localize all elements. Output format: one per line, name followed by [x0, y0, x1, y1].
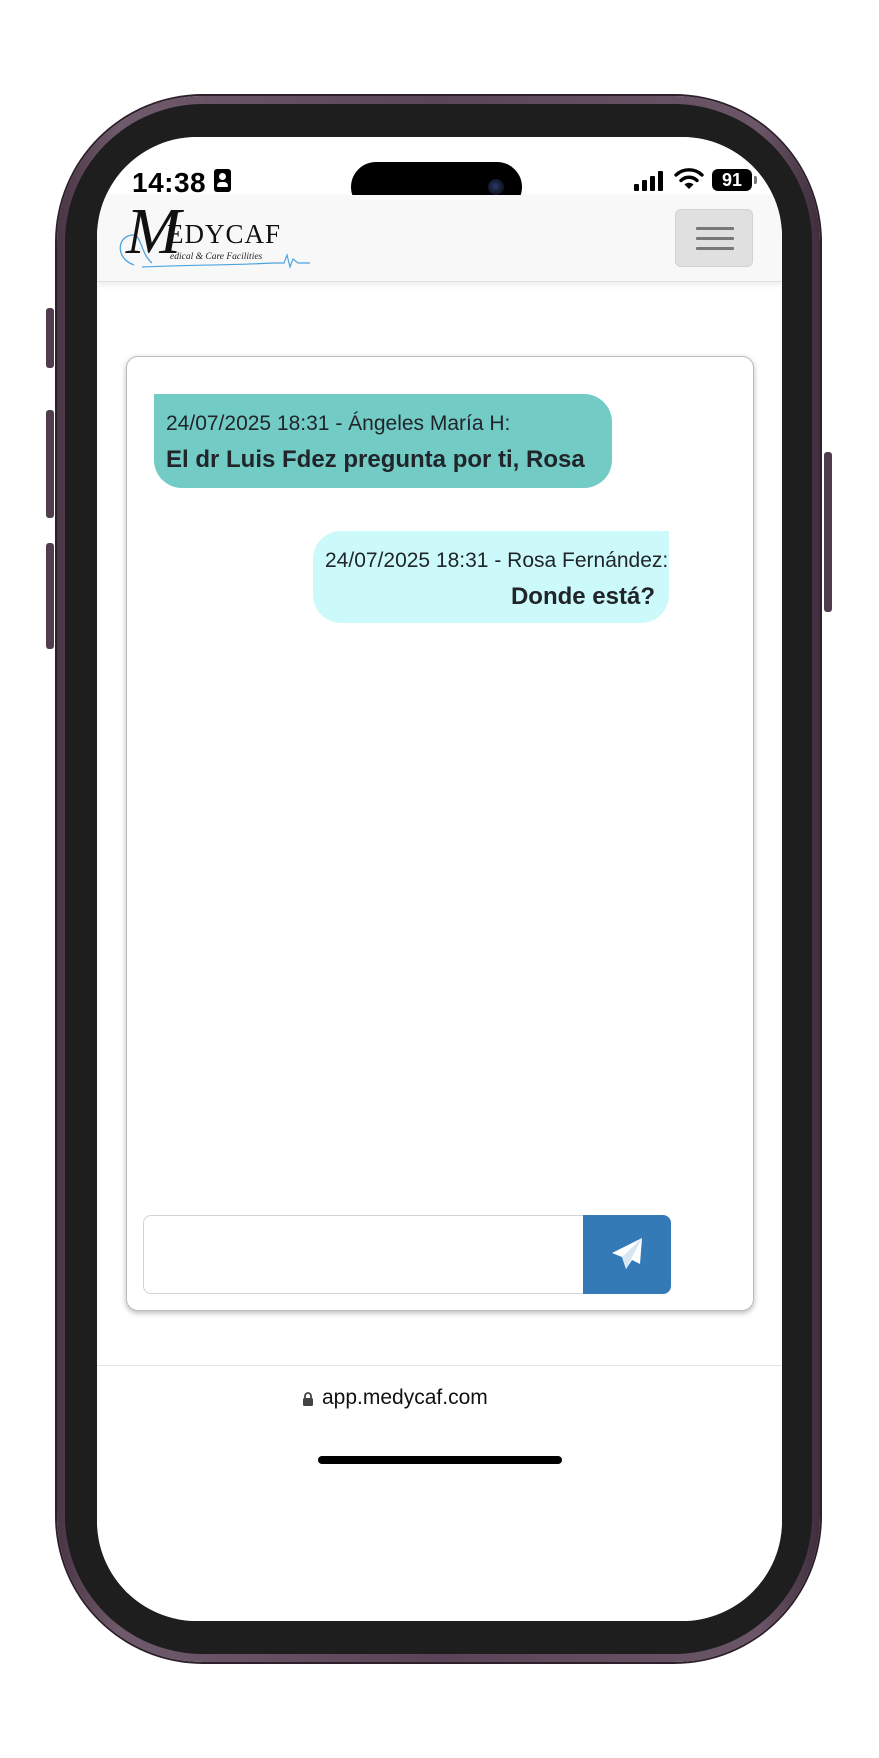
- cellular-signal-icon: [634, 171, 666, 191]
- chat-message-received: 24/07/2025 18:31 - Ángeles María H: El d…: [154, 394, 612, 488]
- chat-panel: 24/07/2025 18:31 - Ángeles María H: El d…: [126, 356, 754, 1311]
- hamburger-icon-bar: [696, 247, 734, 250]
- browser-url[interactable]: app.medycaf.com: [322, 1386, 488, 1410]
- logo-name: EDYCAF: [167, 219, 282, 249]
- chat-composer: [143, 1215, 671, 1294]
- chat-message-sent: 24/07/2025 18:31 - Rosa Fernández: Donde…: [313, 531, 669, 623]
- volume-down-button: [46, 543, 54, 649]
- message-text: El dr Luis Fdez pregunta por ti, Rosa: [166, 446, 585, 473]
- page-stage: 14:38 91 M EDYCAF edical & Care Faciliti…: [0, 0, 879, 1758]
- browser-address-bar[interactable]: app.medycaf.com: [97, 1365, 782, 1621]
- lock-icon: [303, 1392, 313, 1406]
- send-button[interactable]: [583, 1215, 671, 1294]
- battery-tip: [754, 176, 757, 184]
- action-button: [46, 308, 54, 368]
- battery-icon: 91: [712, 169, 752, 191]
- message-input[interactable]: [143, 1215, 583, 1294]
- home-indicator[interactable]: [318, 1456, 562, 1464]
- hamburger-icon: [696, 227, 734, 230]
- navbar-menu-toggle[interactable]: [675, 209, 753, 267]
- message-meta: 24/07/2025 18:31 - Rosa Fernández:: [325, 549, 669, 572]
- message-text: Donde está?: [510, 583, 655, 610]
- volume-up-button: [46, 410, 54, 518]
- phone-screen: 14:38 91 M EDYCAF edical & Care Faciliti…: [97, 137, 782, 1621]
- message-meta: 24/07/2025 18:31 - Ángeles María H:: [166, 412, 511, 435]
- logo-tagline: edical & Care Facilities: [170, 252, 263, 262]
- front-camera-icon: [488, 179, 504, 195]
- contact-badge-icon: [214, 169, 231, 192]
- app-navbar: M EDYCAF edical & Care Facilities: [97, 195, 782, 282]
- wifi-icon: [674, 168, 704, 189]
- medycaf-logo[interactable]: M EDYCAF edical & Care Facilities: [112, 199, 312, 275]
- hamburger-icon-bar: [696, 237, 734, 240]
- power-button: [824, 452, 832, 612]
- paper-plane-icon: [612, 1238, 642, 1269]
